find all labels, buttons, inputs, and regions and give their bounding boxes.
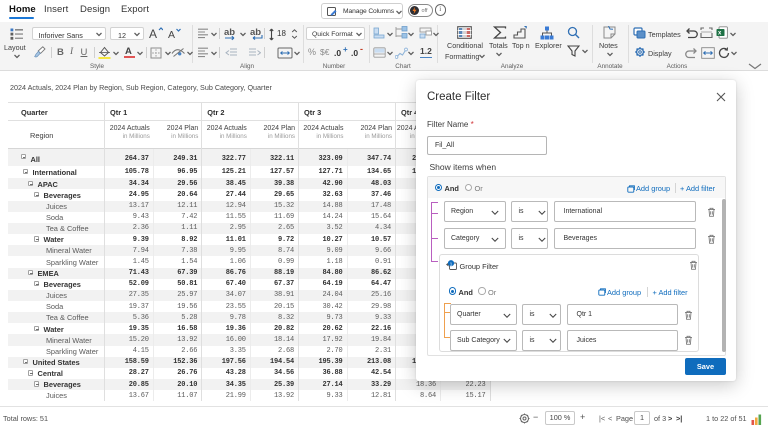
- svg-text:ab: ab: [224, 27, 235, 38]
- svg-text:1: 1: [449, 261, 452, 266]
- svg-text:A: A: [168, 29, 175, 40]
- svg-text:A: A: [149, 27, 157, 40]
- svg-text:ab: ab: [250, 27, 261, 38]
